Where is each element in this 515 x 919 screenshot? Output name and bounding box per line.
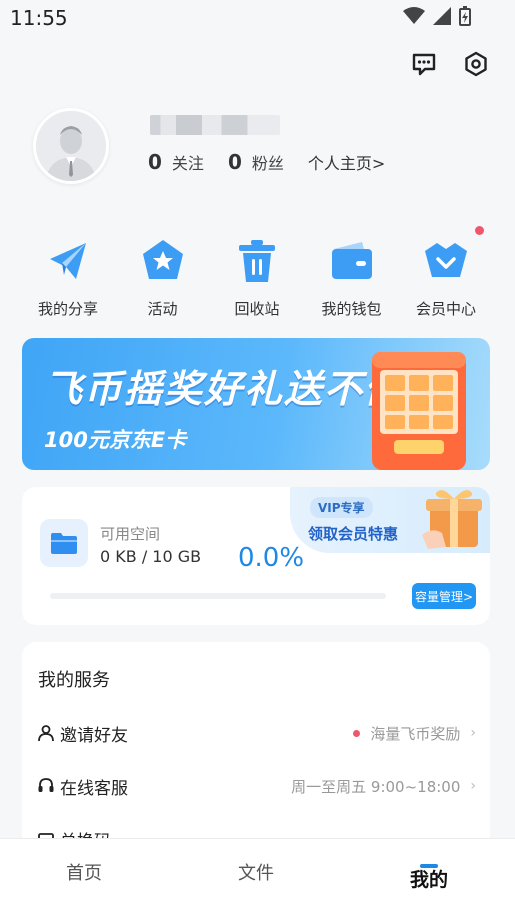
service-extra: 海量飞币奖励 ›	[353, 723, 476, 744]
service-row-invite[interactable]: 邀请好友 海量飞币奖励 ›	[36, 718, 476, 748]
trash-icon	[232, 236, 282, 286]
fans-count[interactable]: 0	[228, 150, 242, 174]
available-space-label: 可用空间	[100, 525, 161, 543]
quick-action-label: 会员中心	[415, 300, 476, 318]
profile-stats: 0 关注 0 粉丝 个人主页>	[148, 150, 385, 174]
services-title: 我的服务	[38, 670, 110, 691]
wifi-icon	[403, 7, 425, 24]
quick-action-vip-center[interactable]: 会员中心	[400, 236, 492, 319]
following-label[interactable]: 关注	[172, 150, 204, 174]
folder-icon	[40, 519, 88, 567]
paper-plane-icon	[43, 236, 93, 286]
service-extra-text: 海量飞币奖励	[370, 724, 461, 743]
star-badge-icon	[138, 236, 188, 286]
quick-actions: 我的分享 活动 回收站 我的钱包 会员中心	[22, 236, 492, 319]
homepage-link[interactable]: 个人主页>	[308, 150, 385, 174]
tab-files[interactable]: 文件	[238, 859, 274, 885]
message-icon[interactable]	[406, 46, 442, 82]
vip-promo[interactable]: VIP专享 领取会员特惠	[290, 487, 490, 553]
notification-dot	[475, 226, 484, 235]
capacity-manage-button[interactable]: 容量管理>	[412, 583, 476, 609]
quick-action-label: 我的钱包	[321, 300, 382, 318]
avatar[interactable]	[33, 108, 109, 184]
service-name: 邀请好友	[60, 725, 128, 746]
banner-subtitle: 100元京东E卡	[44, 428, 187, 452]
status-time: 11:55	[10, 6, 68, 30]
headset-icon	[36, 776, 56, 796]
crown-icon	[421, 236, 471, 286]
chevron-right-icon: ›	[470, 778, 476, 794]
promo-banner[interactable]: 飞币摇奖好礼送不停 100元京东E卡	[22, 338, 490, 470]
storage-progress-bar	[50, 593, 386, 599]
quick-action-label: 回收站	[234, 300, 280, 318]
chevron-right-icon: ›	[470, 725, 476, 741]
vip-text: 领取会员特惠	[308, 525, 399, 543]
vip-tag: VIP专享	[310, 497, 373, 518]
service-extra-text: 周一至周五 9:00~18:00	[291, 777, 461, 796]
fans-label[interactable]: 粉丝	[252, 150, 284, 174]
service-extra: 周一至周五 9:00~18:00 ›	[291, 776, 476, 797]
gift-icon	[422, 490, 482, 549]
quick-action-label: 活动	[147, 300, 178, 318]
quick-action-wallet[interactable]: 我的钱包	[306, 236, 398, 319]
service-row-support[interactable]: 在线客服 周一至周五 9:00~18:00 ›	[36, 771, 476, 801]
bottom-tab-bar: 首页 文件 我的	[0, 838, 515, 919]
settings-icon[interactable]	[458, 46, 494, 82]
nickname-blurred	[150, 115, 280, 135]
storage-card: VIP专享 领取会员特惠 可用空间 0 KB / 10 GB 0.0% 容量管理…	[22, 487, 490, 625]
pink-dot	[353, 729, 361, 737]
battery-icon	[459, 6, 471, 26]
following-count[interactable]: 0	[148, 150, 162, 174]
status-icons	[403, 6, 471, 26]
status-bar: 11:55	[0, 0, 515, 36]
banner-title: 飞币摇奖好礼送不停	[44, 367, 405, 411]
quick-action-recycle-bin[interactable]: 回收站	[211, 236, 303, 319]
storage-percent: 0.0%	[238, 543, 305, 573]
storage-size: 0 KB / 10 GB	[100, 547, 202, 566]
lottery-machine-icon	[372, 352, 466, 470]
signal-icon	[433, 7, 451, 25]
quick-action-activity[interactable]: 活动	[117, 236, 209, 319]
person-icon	[36, 723, 56, 743]
tab-mine[interactable]: 我的	[410, 865, 448, 892]
service-name: 在线客服	[60, 778, 128, 799]
wallet-icon	[327, 236, 377, 286]
active-tab-indicator	[420, 864, 438, 868]
tab-home[interactable]: 首页	[66, 859, 102, 885]
quick-action-share[interactable]: 我的分享	[22, 236, 114, 319]
quick-action-label: 我的分享	[37, 300, 98, 318]
